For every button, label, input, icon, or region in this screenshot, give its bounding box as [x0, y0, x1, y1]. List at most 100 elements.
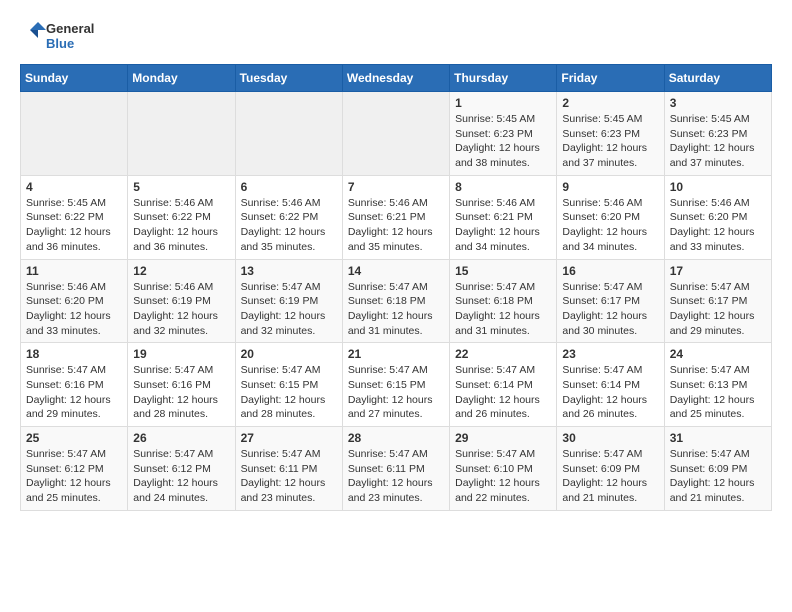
day-number: 27 [241, 431, 337, 445]
day-number: 14 [348, 264, 444, 278]
day-info: Sunrise: 5:47 AMSunset: 6:14 PMDaylight:… [562, 364, 647, 420]
header-saturday: Saturday [664, 65, 771, 92]
day-number: 3 [670, 96, 766, 110]
day-info: Sunrise: 5:47 AMSunset: 6:11 PMDaylight:… [241, 448, 326, 504]
day-info: Sunrise: 5:46 AMSunset: 6:21 PMDaylight:… [455, 197, 540, 253]
calendar-cell [128, 92, 235, 176]
day-info: Sunrise: 5:46 AMSunset: 6:20 PMDaylight:… [26, 281, 111, 337]
calendar-cell: 29 Sunrise: 5:47 AMSunset: 6:10 PMDayligh… [450, 427, 557, 511]
calendar-cell: 23 Sunrise: 5:47 AMSunset: 6:14 PMDayligh… [557, 343, 664, 427]
calendar-cell: 2 Sunrise: 5:45 AMSunset: 6:23 PMDaylight… [557, 92, 664, 176]
day-number: 11 [26, 264, 122, 278]
calendar-cell: 1Sunrise: 5:45 AMSunset: 6:23 PMDaylight… [450, 92, 557, 176]
day-info: Sunrise: 5:47 AMSunset: 6:16 PMDaylight:… [133, 364, 218, 420]
calendar-cell: 26Sunrise: 5:47 AMSunset: 6:12 PMDayligh… [128, 427, 235, 511]
day-number: 8 [455, 180, 551, 194]
day-number: 10 [670, 180, 766, 194]
day-info: Sunrise: 5:47 AMSunset: 6:16 PMDaylight:… [26, 364, 111, 420]
calendar-cell: 5 Sunrise: 5:46 AMSunset: 6:22 PMDaylight… [128, 175, 235, 259]
calendar-cell: 25 Sunrise: 5:47 AMSunset: 6:12 PMDayligh… [21, 427, 128, 511]
calendar-cell: 11 Sunrise: 5:46 AMSunset: 6:20 PMDayligh… [21, 259, 128, 343]
calendar-cell: 16 Sunrise: 5:47 AMSunset: 6:17 PMDayligh… [557, 259, 664, 343]
day-info: Sunrise: 5:47 AMSunset: 6:15 PMDaylight:… [348, 364, 433, 420]
day-info: Sunrise: 5:45 AMSunset: 6:23 PMDaylight:… [455, 113, 540, 169]
day-info: Sunrise: 5:47 AMSunset: 6:11 PMDaylight:… [348, 448, 433, 504]
calendar-cell: 27 Sunrise: 5:47 AMSunset: 6:11 PMDayligh… [235, 427, 342, 511]
day-number: 23 [562, 347, 658, 361]
day-info: Sunrise: 5:47 AMSunset: 6:15 PMDaylight:… [241, 364, 326, 420]
header-tuesday: Tuesday [235, 65, 342, 92]
calendar-cell: 24 Sunrise: 5:47 AMSunset: 6:13 PMDayligh… [664, 343, 771, 427]
header-monday: Monday [128, 65, 235, 92]
logo-text: General Blue [20, 16, 110, 56]
calendar-cell [235, 92, 342, 176]
calendar-cell [342, 92, 449, 176]
day-info: Sunrise: 5:45 AMSunset: 6:23 PMDaylight:… [670, 113, 755, 169]
day-number: 24 [670, 347, 766, 361]
day-info: Sunrise: 5:47 AMSunset: 6:10 PMDaylight:… [455, 448, 540, 504]
calendar-cell: 22 Sunrise: 5:47 AMSunset: 6:14 PMDayligh… [450, 343, 557, 427]
calendar-cell: 7 Sunrise: 5:46 AMSunset: 6:21 PMDaylight… [342, 175, 449, 259]
header-friday: Friday [557, 65, 664, 92]
day-info: Sunrise: 5:47 AMSunset: 6:12 PMDaylight:… [133, 448, 218, 504]
calendar-cell: 9 Sunrise: 5:46 AMSunset: 6:20 PMDaylight… [557, 175, 664, 259]
header-sunday: Sunday [21, 65, 128, 92]
day-info: Sunrise: 5:46 AMSunset: 6:20 PMDaylight:… [562, 197, 647, 253]
header: General Blue [20, 16, 772, 56]
calendar-cell: 21 Sunrise: 5:47 AMSunset: 6:15 PMDayligh… [342, 343, 449, 427]
calendar-cell: 15Sunrise: 5:47 AMSunset: 6:18 PMDayligh… [450, 259, 557, 343]
day-info: Sunrise: 5:46 AMSunset: 6:19 PMDaylight:… [133, 281, 218, 337]
day-number: 16 [562, 264, 658, 278]
day-number: 4 [26, 180, 122, 194]
calendar-cell: 10 Sunrise: 5:46 AMSunset: 6:20 PMDayligh… [664, 175, 771, 259]
day-info: Sunrise: 5:46 AMSunset: 6:22 PMDaylight:… [133, 197, 218, 253]
day-number: 5 [133, 180, 229, 194]
calendar-cell: 17Sunrise: 5:47 AMSunset: 6:17 PMDayligh… [664, 259, 771, 343]
day-number: 18 [26, 347, 122, 361]
day-info: Sunrise: 5:47 AMSunset: 6:17 PMDaylight:… [562, 281, 647, 337]
day-info: Sunrise: 5:47 AMSunset: 6:13 PMDaylight:… [670, 364, 755, 420]
calendar-cell: 4Sunrise: 5:45 AMSunset: 6:22 PMDaylight… [21, 175, 128, 259]
day-info: Sunrise: 5:47 AMSunset: 6:09 PMDaylight:… [562, 448, 647, 504]
calendar-cell: 6Sunrise: 5:46 AMSunset: 6:22 PMDaylight… [235, 175, 342, 259]
day-info: Sunrise: 5:47 AMSunset: 6:18 PMDaylight:… [348, 281, 433, 337]
day-number: 13 [241, 264, 337, 278]
day-info: Sunrise: 5:47 AMSunset: 6:17 PMDaylight:… [670, 281, 755, 337]
day-number: 21 [348, 347, 444, 361]
header-wednesday: Wednesday [342, 65, 449, 92]
svg-text:Blue: Blue [46, 36, 74, 51]
day-number: 6 [241, 180, 337, 194]
day-number: 20 [241, 347, 337, 361]
calendar-cell: 14 Sunrise: 5:47 AMSunset: 6:18 PMDayligh… [342, 259, 449, 343]
day-number: 29 [455, 431, 551, 445]
day-number: 25 [26, 431, 122, 445]
calendar-cell: 3 Sunrise: 5:45 AMSunset: 6:23 PMDaylight… [664, 92, 771, 176]
day-info: Sunrise: 5:47 AMSunset: 6:09 PMDaylight:… [670, 448, 755, 504]
day-number: 7 [348, 180, 444, 194]
calendar-cell: 30 Sunrise: 5:47 AMSunset: 6:09 PMDayligh… [557, 427, 664, 511]
day-number: 12 [133, 264, 229, 278]
day-number: 30 [562, 431, 658, 445]
calendar-cell: 31Sunrise: 5:47 AMSunset: 6:09 PMDayligh… [664, 427, 771, 511]
day-number: 9 [562, 180, 658, 194]
calendar-cell: 20 Sunrise: 5:47 AMSunset: 6:15 PMDayligh… [235, 343, 342, 427]
day-info: Sunrise: 5:47 AMSunset: 6:18 PMDaylight:… [455, 281, 540, 337]
calendar-cell: 28 Sunrise: 5:47 AMSunset: 6:11 PMDayligh… [342, 427, 449, 511]
day-info: Sunrise: 5:45 AMSunset: 6:23 PMDaylight:… [562, 113, 647, 169]
calendar-cell: 8 Sunrise: 5:46 AMSunset: 6:21 PMDaylight… [450, 175, 557, 259]
calendar-cell [21, 92, 128, 176]
day-info: Sunrise: 5:46 AMSunset: 6:20 PMDaylight:… [670, 197, 755, 253]
calendar-cell: 12 Sunrise: 5:46 AMSunset: 6:19 PMDayligh… [128, 259, 235, 343]
day-info: Sunrise: 5:47 AMSunset: 6:12 PMDaylight:… [26, 448, 111, 504]
day-info: Sunrise: 5:47 AMSunset: 6:19 PMDaylight:… [241, 281, 326, 337]
calendar-table: SundayMondayTuesdayWednesdayThursdayFrid… [20, 64, 772, 511]
calendar-cell: 19 Sunrise: 5:47 AMSunset: 6:16 PMDayligh… [128, 343, 235, 427]
logo: General Blue [20, 16, 110, 56]
day-number: 2 [562, 96, 658, 110]
day-info: Sunrise: 5:46 AMSunset: 6:21 PMDaylight:… [348, 197, 433, 253]
day-number: 28 [348, 431, 444, 445]
day-number: 22 [455, 347, 551, 361]
day-info: Sunrise: 5:47 AMSunset: 6:14 PMDaylight:… [455, 364, 540, 420]
day-number: 19 [133, 347, 229, 361]
calendar-cell: 13 Sunrise: 5:47 AMSunset: 6:19 PMDayligh… [235, 259, 342, 343]
